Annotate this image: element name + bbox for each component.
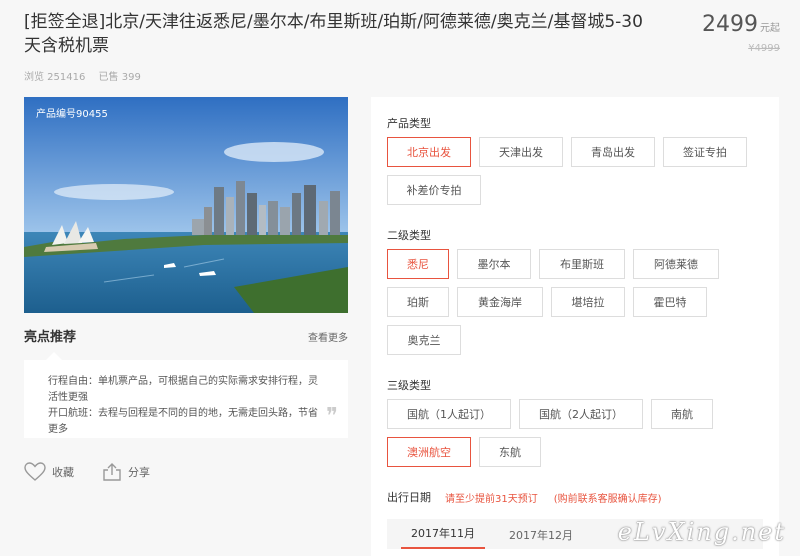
tab-month-dec[interactable]: 2017年12月 [499,527,583,549]
share-button[interactable]: 分享 [102,462,150,482]
watermark: eLvXing.net [617,518,786,546]
level3-options: 国航（1人起订） 国航（2人起订） 南航 澳洲航空 东航 [387,399,763,475]
social-actions: 收藏 分享 [24,462,178,482]
view-count: 浏览 251416 [24,72,86,83]
option-beijing[interactable]: 北京出发 [387,137,471,167]
highlights-title: 亮点推荐 [24,330,77,345]
option-perth[interactable]: 珀斯 [387,287,449,317]
price: 2499 [702,12,758,37]
heart-icon [24,462,46,481]
option-qingdao[interactable]: 青岛出发 [571,137,655,167]
option-air-china-2[interactable]: 国航（2人起订） [519,399,643,429]
option-visa[interactable]: 签证专拍 [663,137,747,167]
highlights-header: 亮点推荐 查看更多 [24,326,348,346]
option-gold-coast[interactable]: 黄金海岸 [457,287,543,317]
level3-label: 三级类型 [387,379,431,392]
option-price-diff[interactable]: 补差价专拍 [387,175,481,205]
booking-panel: 产品类型 北京出发 天津出发 青岛出发 签证专拍 补差价专拍 二级类型 悉尼 墨… [371,97,779,556]
option-tianjin[interactable]: 天津出发 [479,137,563,167]
date-label: 出行日期 [387,491,431,504]
tab-month-nov[interactable]: 2017年11月 [401,525,485,549]
sydney-harbour-image [24,97,348,313]
option-brisbane[interactable]: 布里斯班 [539,249,625,279]
sold-count: 已售 399 [98,72,141,83]
option-adelaide[interactable]: 阿德莱德 [633,249,719,279]
old-price: ¥4999 [748,43,780,54]
highlight-line: 行程自由：单机票产品，可根据自己的实际需求安排行程，灵活性更强 [48,376,318,403]
product-code: 产品编号90455 [36,109,108,120]
product-title: [拒签全退]北京/天津往返悉尼/墨尔本/布里斯班/珀斯/阿德莱德/奥克兰/基督城… [24,12,643,56]
favorite-button[interactable]: 收藏 [24,462,74,482]
price-box: 2499 元起 ¥4999 [702,12,780,54]
share-icon [103,463,121,481]
type-options: 北京出发 天津出发 青岛出发 签证专拍 补差价专拍 [387,137,763,213]
highlights-box: 行程自由：单机票产品，可根据自己的实际需求安排行程，灵活性更强 开口航班：去程与… [24,352,348,438]
share-label: 分享 [128,466,150,479]
option-china-southern[interactable]: 南航 [651,399,713,429]
option-canberra[interactable]: 堪培拉 [551,287,625,317]
product-meta: 浏览 251416 已售 399 [24,68,151,83]
level2-label: 二级类型 [387,229,431,242]
highlight-line: 开口航班：去程与回程是不同的目的地，无需走回头路，节省更多 [48,408,318,435]
highlights-more-link[interactable]: 查看更多 [308,329,348,344]
option-melbourne[interactable]: 墨尔本 [457,249,531,279]
price-unit: 元起 [760,23,780,34]
hero-image: 产品编号90455 [24,97,348,313]
option-air-china-1[interactable]: 国航（1人起订） [387,399,511,429]
date-note-stock: (购前联系客服确认库存) [553,493,662,505]
date-note: 请至少提前31天预订 [445,493,538,505]
option-sydney[interactable]: 悉尼 [387,249,449,279]
date-row: 出行日期 请至少提前31天预订 (购前联系客服确认库存) [387,489,763,505]
option-china-eastern[interactable]: 东航 [479,437,541,467]
type-label: 产品类型 [387,117,431,130]
favorite-label: 收藏 [52,466,74,479]
option-hobart[interactable]: 霍巴特 [633,287,707,317]
option-qantas[interactable]: 澳洲航空 [387,437,471,467]
level2-options: 悉尼 墨尔本 布里斯班 阿德莱德 珀斯 黄金海岸 堪培拉 霍巴特 奥克兰 [387,249,763,363]
quote-icon: ❞ [326,404,338,429]
option-auckland[interactable]: 奥克兰 [387,325,461,355]
